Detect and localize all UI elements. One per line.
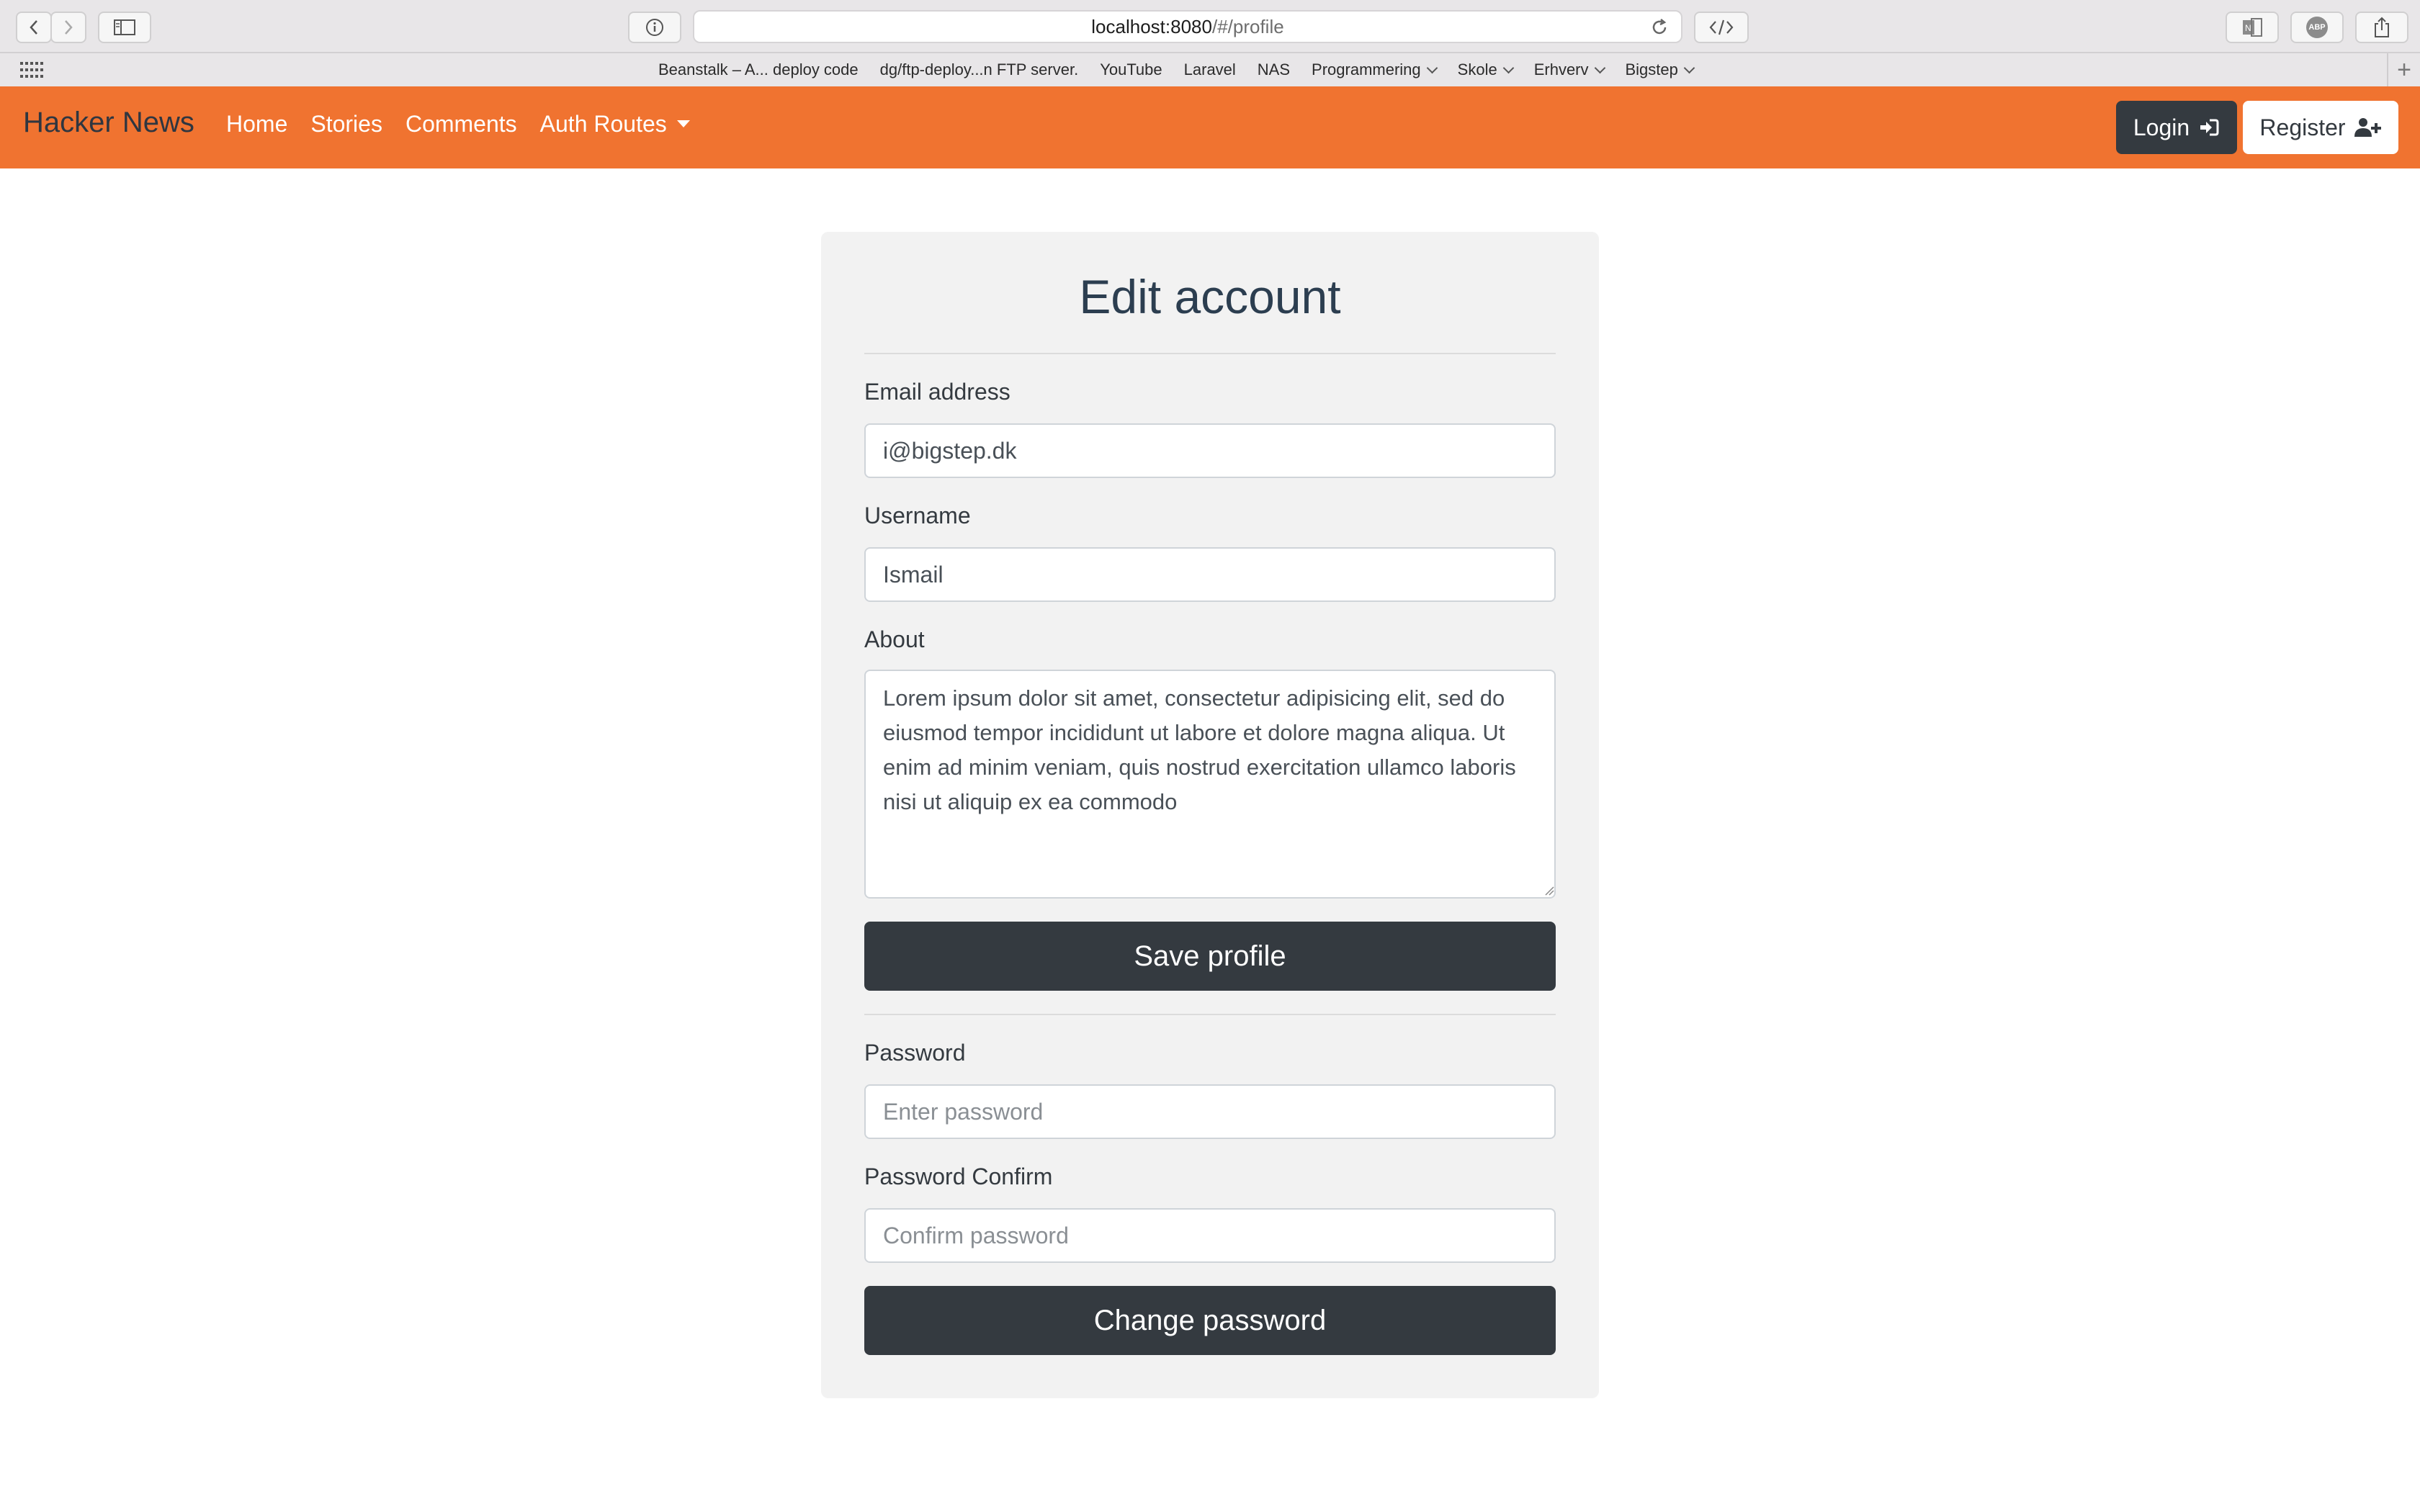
password-confirm-label: Password Confirm — [864, 1164, 1053, 1189]
adblock-icon: ABP — [2306, 17, 2328, 38]
new-tab-plus-icon[interactable]: + — [2387, 53, 2420, 86]
chevron-down-icon — [1594, 62, 1605, 73]
about-textarea[interactable]: Lorem ipsum dolor sit amet, consectetur … — [864, 670, 1556, 899]
chevron-down-icon — [1683, 62, 1695, 73]
chevron-down-icon — [1502, 62, 1514, 73]
save-profile-button[interactable]: Save profile — [864, 922, 1556, 991]
adblock-extension-button[interactable]: ABP — [2290, 12, 2344, 43]
navbar-brand[interactable]: Hacker News — [23, 107, 194, 139]
developer-button[interactable] — [1694, 12, 1749, 43]
bookmark-label: Beanstalk – A... deploy code — [658, 60, 859, 78]
username-label: Username — [864, 503, 971, 528]
apps-grid-icon[interactable] — [20, 62, 43, 78]
change-password-button[interactable]: Change password — [864, 1286, 1556, 1355]
address-bar[interactable]: localhost:8080/#/profile — [693, 10, 1682, 43]
email-label: Email address — [864, 379, 1010, 405]
reload-icon[interactable] — [1649, 17, 1670, 37]
chevron-left-icon — [30, 20, 37, 35]
bookmark-label: YouTube — [1100, 60, 1162, 78]
bookmark-label: Programmering — [1312, 60, 1421, 78]
nav-link-comments[interactable]: Comments — [405, 111, 517, 138]
code-icon — [1709, 19, 1734, 35]
divider — [864, 1014, 1556, 1015]
register-button[interactable]: Register — [2243, 101, 2398, 154]
bookmark-item[interactable]: NAS — [1258, 60, 1290, 79]
bookmark-label: Skole — [1457, 60, 1497, 78]
share-icon — [2375, 17, 2389, 37]
bookmark-item[interactable]: Skole — [1457, 60, 1514, 79]
password-label: Password — [864, 1040, 966, 1066]
register-label: Register — [2259, 114, 2346, 140]
chevron-down-icon — [1426, 62, 1438, 73]
back-button[interactable] — [16, 12, 52, 43]
password-field[interactable] — [864, 1084, 1556, 1139]
sidebar-toggle-button[interactable] — [98, 12, 151, 43]
bookmark-item[interactable]: YouTube — [1100, 60, 1162, 79]
bookmark-list: Beanstalk – A... deploy code dg/ftp-deplo… — [658, 60, 1695, 79]
nav-dropdown-auth-routes[interactable]: Auth Routes — [540, 111, 690, 138]
sidebar-icon — [114, 19, 135, 35]
forward-button[interactable] — [50, 12, 86, 43]
username-field[interactable] — [864, 547, 1556, 602]
login-button[interactable]: Login — [2116, 101, 2237, 154]
bookmark-item[interactable]: Programmering — [1312, 60, 1438, 79]
nav-dropdown-label: Auth Routes — [539, 111, 667, 137]
bookmark-item[interactable]: Laravel — [1184, 60, 1236, 79]
reader-extension-button[interactable]: N — [2226, 12, 2279, 43]
bookmark-item[interactable]: Erhverv — [1533, 60, 1605, 79]
bookmark-label: Erhverv — [1533, 60, 1589, 78]
info-icon — [646, 19, 663, 36]
bookmark-item[interactable]: Bigstep — [1625, 60, 1695, 79]
resize-handle-icon[interactable] — [1544, 886, 1554, 896]
note-extension-icon: N — [2243, 18, 2262, 37]
bookmark-label: Laravel — [1183, 60, 1236, 78]
user-plus-icon — [2354, 118, 2381, 137]
page-title: Edit account — [1079, 270, 1341, 323]
caret-down-icon — [676, 120, 690, 127]
nav-link-home[interactable]: Home — [226, 111, 287, 138]
bookmarks-bar: Beanstalk – A... deploy code dg/ftp-deplo… — [0, 53, 2420, 88]
nav-link-stories[interactable]: Stories — [310, 111, 382, 138]
app-navbar: Hacker News Home Stories Comments Auth R… — [0, 86, 2420, 168]
url-host: localhost:8080 — [1091, 15, 1212, 37]
divider — [864, 353, 1556, 354]
bookmark-item[interactable]: dg/ftp-deploy...n FTP server. — [880, 60, 1079, 79]
edit-account-card: Edit account Email address Username Abou… — [821, 232, 1599, 1398]
svg-text:N: N — [2245, 23, 2251, 33]
password-confirm-field[interactable] — [864, 1208, 1556, 1263]
sign-in-icon — [2200, 119, 2219, 136]
bookmark-item[interactable]: Beanstalk – A... deploy code — [658, 60, 859, 79]
email-field[interactable] — [864, 423, 1556, 478]
about-label: About — [864, 626, 925, 652]
login-label: Login — [2133, 114, 2190, 140]
share-button[interactable] — [2355, 12, 2408, 43]
nav-links: Home Stories Comments Auth Routes — [226, 111, 690, 138]
chevron-right-icon — [65, 20, 73, 35]
bookmark-label: dg/ftp-deploy...n FTP server. — [879, 60, 1079, 78]
bookmark-label: Bigstep — [1625, 60, 1678, 78]
bookmark-label: NAS — [1257, 60, 1291, 78]
site-info-button[interactable] — [628, 12, 681, 43]
browser-toolbar: localhost:8080/#/profile N ABP — [0, 0, 2420, 53]
url-path: /#/profile — [1211, 15, 1284, 37]
